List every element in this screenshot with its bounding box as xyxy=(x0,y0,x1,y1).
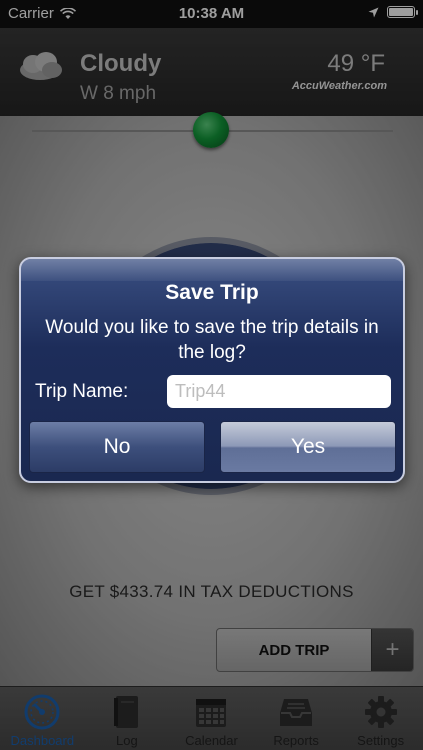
save-trip-dialog: Save Trip Would you like to save the tri… xyxy=(19,257,405,483)
trip-name-input[interactable] xyxy=(167,375,391,408)
trip-name-label: Trip Name: xyxy=(35,381,129,402)
dialog-title: Save Trip xyxy=(165,281,259,304)
no-button[interactable]: No xyxy=(29,421,205,473)
dialog-message: Would you like to save the trip details … xyxy=(45,317,379,363)
yes-button[interactable]: Yes xyxy=(220,421,396,473)
